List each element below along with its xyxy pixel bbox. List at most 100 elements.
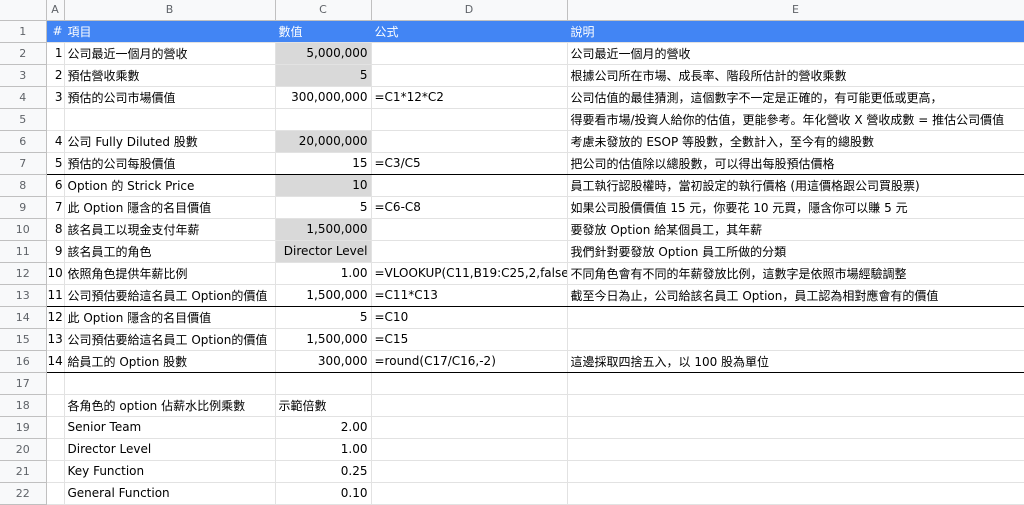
cell-e10[interactable]: 要發放 Option 給某個員工，其年薪 [567,218,1024,241]
cell-a8[interactable]: 6 [46,174,65,197]
cell-a6[interactable]: 4 [46,130,65,153]
cell-e6[interactable]: 考慮未發放的 ESOP 等股數，全數計入，至今有的總股數 [567,130,1024,153]
column-header-d[interactable]: D [371,0,568,21]
cell-b4[interactable]: 預估的公司市場價值 [64,86,276,109]
cell-d20[interactable] [371,438,568,461]
cell-e11[interactable]: 我們針對要發放 Option 員工所做的分類 [567,240,1024,263]
cell-c1[interactable]: 數值 [275,20,372,43]
cell-a13[interactable]: 11 [46,284,65,307]
cell-a18[interactable] [46,394,65,417]
cell-e21[interactable] [567,460,1024,483]
cell-d3[interactable] [371,64,568,87]
column-header-a[interactable]: A [46,0,65,21]
row-header-19[interactable]: 19 [0,416,47,439]
cell-c7[interactable]: 15 [275,152,372,175]
cell-d5[interactable] [371,108,568,131]
cell-c21[interactable]: 0.25 [275,460,372,483]
cell-b19[interactable]: Senior Team [64,416,276,439]
cell-e16[interactable]: 這邊採取四捨五入，以 100 股為單位 [567,350,1024,373]
cell-e15[interactable] [567,328,1024,351]
column-header-c[interactable]: C [275,0,372,21]
cell-d21[interactable] [371,460,568,483]
cell-b16[interactable]: 給員工的 Option 股數 [64,350,276,373]
row-header-11[interactable]: 11 [0,240,47,263]
cell-a1[interactable]: # [46,20,65,43]
cell-e8[interactable]: 員工執行認股權時，當初設定的執行價格 (用這價格跟公司買股票) [567,174,1024,197]
cell-e17[interactable] [567,372,1024,395]
cell-d9[interactable]: =C6-C8 [371,196,568,219]
cell-a3[interactable]: 2 [46,64,65,87]
cell-b3[interactable]: 預估營收乘數 [64,64,276,87]
cell-c15[interactable]: 1,500,000 [275,328,372,351]
cell-a4[interactable]: 3 [46,86,65,109]
cell-e9[interactable]: 如果公司股價價值 15 元，你要花 10 元買，隱含你可以賺 5 元 [567,196,1024,219]
cell-a21[interactable] [46,460,65,483]
cell-b12[interactable]: 依照角色提供年薪比例 [64,262,276,285]
row-header-20[interactable]: 20 [0,438,47,461]
cell-c12[interactable]: 1.00 [275,262,372,285]
row-header-7[interactable]: 7 [0,152,47,175]
row-header-5[interactable]: 5 [0,108,47,131]
cell-a11[interactable]: 9 [46,240,65,263]
cell-b14[interactable]: 此 Option 隱含的名目價值 [64,306,276,329]
row-header-14[interactable]: 14 [0,306,47,329]
cell-b7[interactable]: 預估的公司每股價值 [64,152,276,175]
cell-e5[interactable]: 得要看市場/投資人給你的估值，更能參考。年化營收 X 營收成數 = 推估公司價值 [567,108,1024,131]
cell-e14[interactable] [567,306,1024,329]
cell-e20[interactable] [567,438,1024,461]
cell-b22[interactable]: General Function [64,482,276,505]
row-header-13[interactable]: 13 [0,284,47,307]
row-header-21[interactable]: 21 [0,460,47,483]
cell-d17[interactable] [371,372,568,395]
cell-d22[interactable] [371,482,568,505]
cell-c16[interactable]: 300,000 [275,350,372,373]
row-header-22[interactable]: 22 [0,482,47,505]
row-header-15[interactable]: 15 [0,328,47,351]
cell-c2[interactable]: 5,000,000 [275,42,372,65]
cell-d11[interactable] [371,240,568,263]
cell-c6[interactable]: 20,000,000 [275,130,372,153]
cell-d10[interactable] [371,218,568,241]
cell-b9[interactable]: 此 Option 隱含的名目價值 [64,196,276,219]
cell-b18[interactable]: 各角色的 option 佔薪水比例乘數 [64,394,276,417]
cell-a20[interactable] [46,438,65,461]
cell-b17[interactable] [64,372,276,395]
cell-c3[interactable]: 5 [275,64,372,87]
cell-a12[interactable]: 10 [46,262,65,285]
row-header-8[interactable]: 8 [0,174,47,197]
row-header-12[interactable]: 12 [0,262,47,285]
cell-b13[interactable]: 公司預估要給這名員工 Option的價值 [64,284,276,307]
cell-b1[interactable]: 項目 [64,20,276,43]
cell-c17[interactable] [275,372,372,395]
cell-b2[interactable]: 公司最近一個月的營收 [64,42,276,65]
row-header-10[interactable]: 10 [0,218,47,241]
cell-e7[interactable]: 把公司的估值除以總股數，可以得出每股預估價格 [567,152,1024,175]
row-header-6[interactable]: 6 [0,130,47,153]
cell-a2[interactable]: 1 [46,42,65,65]
cell-e22[interactable] [567,482,1024,505]
cell-a22[interactable] [46,482,65,505]
cell-a5[interactable] [46,108,65,131]
cell-b5[interactable] [64,108,276,131]
cell-e13[interactable]: 截至今日為止，公司給該名員工 Option，員工認為相對應會有的價值 [567,284,1024,307]
row-header-18[interactable]: 18 [0,394,47,417]
cell-e3[interactable]: 根據公司所在市場、成長率、階段所估計的營收乘數 [567,64,1024,87]
column-header-e[interactable]: E [567,0,1024,21]
cell-d1[interactable]: 公式 [371,20,568,43]
cell-d19[interactable] [371,416,568,439]
row-header-9[interactable]: 9 [0,196,47,219]
cell-a9[interactable]: 7 [46,196,65,219]
column-header-b[interactable]: B [64,0,276,21]
cell-c5[interactable] [275,108,372,131]
cell-a16[interactable]: 14 [46,350,65,373]
cell-d8[interactable] [371,174,568,197]
row-header-2[interactable]: 2 [0,42,47,65]
cell-b10[interactable]: 該名員工以現金支付年薪 [64,218,276,241]
cell-c4[interactable]: 300,000,000 [275,86,372,109]
cell-e4[interactable]: 公司估值的最佳猜測，這個數字不一定是正確的，有可能更低或更高， [567,86,1024,109]
cell-d16[interactable]: =round(C17/C16,-2) [371,350,568,373]
cell-d2[interactable] [371,42,568,65]
row-header-17[interactable]: 17 [0,372,47,395]
cell-c13[interactable]: 1,500,000 [275,284,372,307]
row-header-4[interactable]: 4 [0,86,47,109]
